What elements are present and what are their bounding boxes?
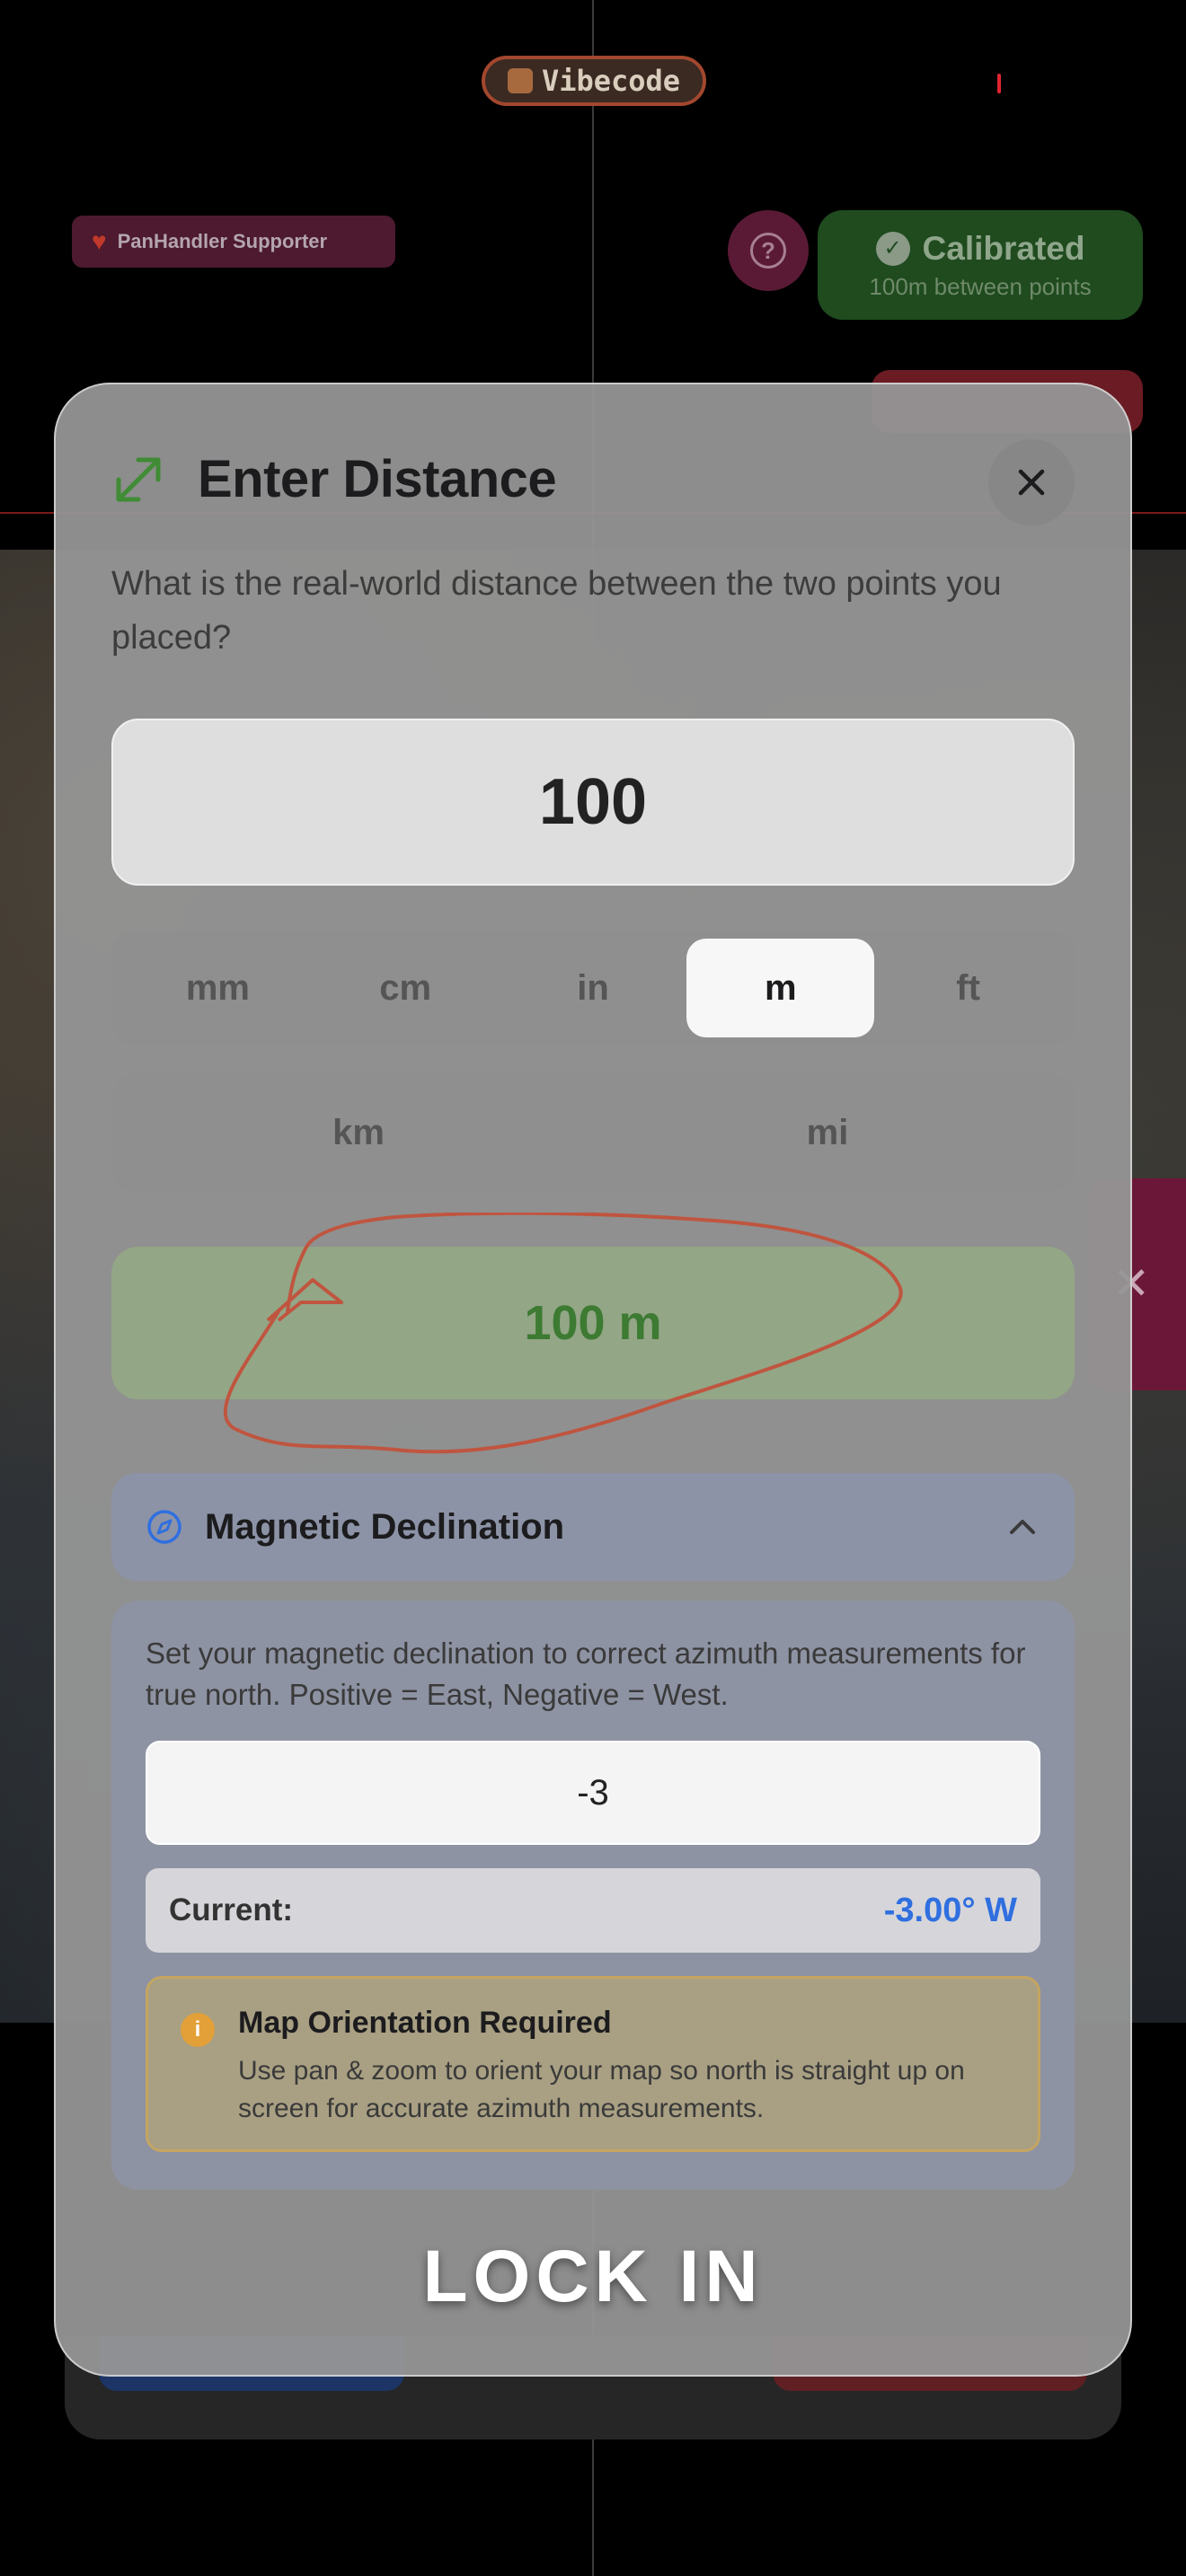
unit-km[interactable]: km bbox=[124, 1083, 593, 1182]
supporter-label: PanHandler Supporter bbox=[117, 230, 328, 252]
current-declination-row: Current: -3.00° W bbox=[146, 1868, 1040, 1953]
check-circle-icon: ✓ bbox=[875, 231, 910, 266]
declination-input[interactable]: -3 bbox=[146, 1741, 1040, 1845]
current-declination-value: -3.00° W bbox=[883, 1891, 1017, 1929]
declination-title: Magnetic Declination bbox=[205, 1506, 565, 1547]
close-icon bbox=[1018, 469, 1045, 496]
unit-cm[interactable]: cm bbox=[312, 939, 500, 1037]
unit-in[interactable]: in bbox=[500, 939, 687, 1037]
unit-m[interactable]: m bbox=[686, 939, 875, 1037]
close-button[interactable] bbox=[988, 439, 1075, 525]
calibration-detail: 100m between points bbox=[869, 272, 1092, 300]
notice-title: Map Orientation Required bbox=[238, 2006, 612, 2040]
question-circle-icon: ? bbox=[750, 233, 786, 269]
unit-mi[interactable]: mi bbox=[593, 1083, 1062, 1182]
declination-toggle[interactable]: Magnetic Declination bbox=[111, 1473, 1075, 1581]
app-name: Vibecode bbox=[541, 64, 681, 98]
app-icon bbox=[507, 68, 533, 93]
chevron-up-icon bbox=[1010, 1520, 1035, 1534]
modal-header: Enter Distance bbox=[111, 449, 557, 509]
unit-selector-row-2: km mi bbox=[111, 1074, 1075, 1191]
recording-indicator bbox=[997, 74, 1001, 93]
calibration-status: Calibrated bbox=[922, 229, 1085, 267]
expand-arrows-icon bbox=[116, 457, 161, 501]
distance-result: 100 m bbox=[111, 1247, 1075, 1399]
supporter-badge[interactable]: ♥ PanHandler Supporter bbox=[72, 216, 395, 268]
modal-title: Enter Distance bbox=[198, 450, 557, 508]
unit-mm[interactable]: mm bbox=[124, 939, 312, 1037]
distance-input[interactable]: 100 bbox=[111, 719, 1075, 886]
help-button[interactable]: ? bbox=[728, 210, 809, 291]
unit-selector-row-1: mm cm in m ft bbox=[111, 931, 1075, 1045]
unit-ft[interactable]: ft bbox=[874, 939, 1062, 1037]
info-icon: i bbox=[181, 2013, 215, 2047]
compass-icon bbox=[147, 1510, 181, 1544]
notice-text: Use pan & zoom to orient your map so nor… bbox=[238, 2056, 965, 2123]
calibration-badge[interactable]: ✓ Calibrated 100m between points bbox=[818, 210, 1143, 320]
orientation-notice: i Map Orientation Required Use pan & zoo… bbox=[146, 1976, 1040, 2152]
app-pill[interactable]: Vibecode bbox=[482, 56, 706, 106]
lock-in-button[interactable]: LOCK IN bbox=[111, 2219, 1075, 2335]
heart-icon: ♥ bbox=[92, 227, 107, 255]
declination-description: Set your magnetic declination to correct… bbox=[146, 1636, 1026, 1711]
current-label: Current: bbox=[169, 1892, 294, 1928]
distance-prompt: What is the real-world distance between … bbox=[111, 565, 1002, 657]
